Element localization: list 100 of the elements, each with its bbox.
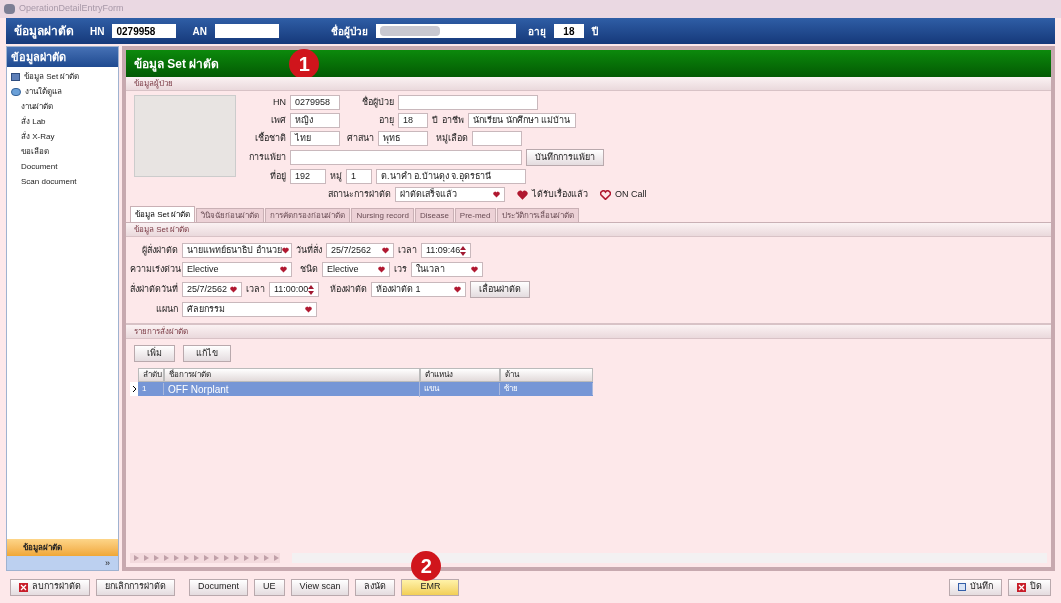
footer-button[interactable]: EMR [401, 578, 460, 596]
field-label: หมู่เลือด [435, 131, 468, 146]
sidebar-item[interactable]: ข้อมูล Set ผ่าตัด [7, 71, 118, 83]
tab[interactable]: ข้อมูล Set ผ่าตัด [130, 206, 196, 222]
patient-name-field[interactable] [398, 95, 538, 110]
tab[interactable]: Nursing record [351, 208, 414, 222]
field-label: แผนก [155, 302, 178, 316]
village-number-field[interactable]: 1 [346, 169, 372, 184]
tab[interactable]: ประวัติการเลื่อนผ่าตัด [496, 208, 579, 222]
shift-dropdown[interactable]: ในเวลา [411, 262, 483, 277]
name-field[interactable] [375, 24, 516, 38]
hn-label: HN [90, 24, 105, 39]
dropdown-heart-icon [471, 266, 478, 273]
footer-button[interactable]: Document [189, 578, 249, 596]
row-pointer-icon [131, 385, 137, 393]
order-date-picker[interactable]: 25/7/2562 [326, 243, 394, 258]
tab[interactable]: การคัดกรองก่อนผ่าตัด [265, 208, 351, 222]
field-label: เชื้อชาติ [254, 131, 286, 145]
footer-button[interactable]: ลงนัด [355, 578, 396, 596]
urgency-dropdown[interactable]: Elective [182, 262, 292, 277]
age-label: อายุ [527, 24, 546, 39]
received-label: ได้รับเรื่องแล้ว [532, 187, 588, 201]
field-label: ชื่อผู้ป่วย [361, 95, 394, 110]
field-label: ปี [432, 113, 438, 127]
field-label: HN [272, 95, 286, 109]
postpone-button[interactable]: เลื่อนผ่าตัด [470, 281, 530, 298]
heart-icon [517, 189, 528, 200]
age-field[interactable]: 18 [553, 24, 584, 38]
an-field[interactable] [214, 24, 279, 38]
type-dropdown[interactable]: Elective [322, 262, 390, 277]
allergy-field[interactable] [290, 150, 522, 165]
sidebar-item[interactable]: Scan document [7, 176, 118, 188]
sidebar-item[interactable]: ขอเลือด [7, 146, 118, 158]
house-number-field[interactable]: 192 [290, 169, 326, 184]
save-allergy-button[interactable]: บันทึกการแพ้ยา [526, 149, 604, 166]
religion-field[interactable]: พุทธ [378, 131, 428, 146]
sidebar-item[interactable]: งานผ่าตัด [7, 101, 118, 113]
sidebar-item[interactable]: สั่ง Lab [7, 116, 118, 128]
header-title: ข้อมูลผ่าตัด [14, 23, 74, 40]
surgery-status-dropdown[interactable]: ผ่าตัดเสร็จแล้ว [395, 187, 505, 202]
age-field[interactable]: 18 [398, 113, 428, 128]
field-label: ชนิด [299, 262, 318, 276]
footer-button[interactable]: UE [254, 578, 285, 596]
field-label: วันที่สั่ง [296, 243, 322, 257]
field-label: เพศ [270, 113, 286, 127]
dropdown-heart-icon [281, 247, 289, 254]
sidebar-item[interactable]: Document [7, 161, 118, 173]
add-button[interactable]: เพิ่ม [134, 345, 175, 362]
field-label: สถานะการผ่าตัด [328, 187, 391, 201]
save-button[interactable]: บันทึก [949, 578, 1002, 596]
tab[interactable]: วินิจฉัยก่อนผ่าตัด [196, 208, 265, 222]
sidebar-item[interactable]: งานใต้ดูแล [7, 86, 118, 98]
surgery-date-picker[interactable]: 25/7/2562 [182, 282, 242, 297]
field-label: อาชีพ [442, 113, 464, 127]
field-label: เวร [394, 262, 407, 276]
footer-button[interactable]: View scan [290, 578, 350, 596]
table-icon [11, 73, 20, 81]
tab[interactable]: Disease [414, 208, 454, 222]
field-label: ที่อยู่ [269, 169, 286, 184]
close-icon [1017, 582, 1026, 592]
blood-group-field[interactable] [472, 131, 522, 146]
sidebar-title: ข้อมูลผ่าตัด [7, 47, 118, 67]
table-cell: 1 [138, 383, 164, 395]
table-cell: แขน [420, 383, 500, 395]
delete-icon [19, 582, 28, 592]
nationality-field[interactable]: ไทย [290, 131, 340, 146]
name-label: ชื่อผู้ป่วย [330, 23, 368, 39]
nav-section-button[interactable]: ข้อมูลผ่าตัด [7, 539, 118, 556]
spinner-icon [460, 245, 467, 256]
app-icon [4, 4, 15, 14]
close-button[interactable]: ปิด [1008, 578, 1051, 596]
dropdown-heart-icon [382, 247, 389, 254]
field-label: เวลา [398, 243, 417, 257]
blurred-name [379, 26, 440, 36]
column-header[interactable]: ตำแหน่ง [420, 368, 500, 382]
tab[interactable]: Pre-med [454, 208, 496, 222]
orderer-dropdown[interactable]: นายแพทย์ธนาธิป อำนวย [182, 243, 292, 258]
hn-field[interactable]: 0279958 [112, 24, 177, 38]
order-time-field[interactable]: 11:09:46 [421, 243, 471, 258]
surgery-time-field[interactable]: 11:00:00 [269, 282, 319, 297]
sidebar-item[interactable]: สั่ง X-Ray [7, 131, 118, 143]
edit-button[interactable]: แก้ไข [183, 345, 231, 362]
footer-button[interactable]: ลบการผ่าตัด [10, 578, 90, 596]
field-label: อายุ [378, 113, 394, 128]
room-dropdown[interactable]: ห้องผ่าตัด 1 [371, 282, 466, 297]
occupation-field[interactable]: นักเรียน นักศึกษา แม่บ้าน [468, 113, 576, 128]
footer-button[interactable]: ยกเลิกการผ่าตัด [96, 578, 175, 596]
field-label: ศาสนา [346, 131, 374, 145]
record-navigator-drawing[interactable] [130, 553, 280, 563]
address-field[interactable]: ต.นาคำ อ.บ้านดุง จ.อุดรธานี [376, 169, 526, 184]
department-dropdown[interactable]: ศัลยกรรม [182, 302, 317, 317]
expand-button[interactable]: » [7, 556, 118, 570]
column-header[interactable]: ชื่อการผ่าตัด [164, 368, 420, 382]
spinner-icon [308, 284, 315, 295]
heart-outline-icon [600, 189, 611, 200]
an-label: AN [192, 24, 207, 39]
hn-field[interactable]: 0279958 [290, 95, 340, 110]
column-header[interactable]: ลำดับ [138, 368, 164, 382]
sex-field[interactable]: หญิง [290, 113, 340, 128]
column-header[interactable]: ด้าน [500, 368, 593, 382]
